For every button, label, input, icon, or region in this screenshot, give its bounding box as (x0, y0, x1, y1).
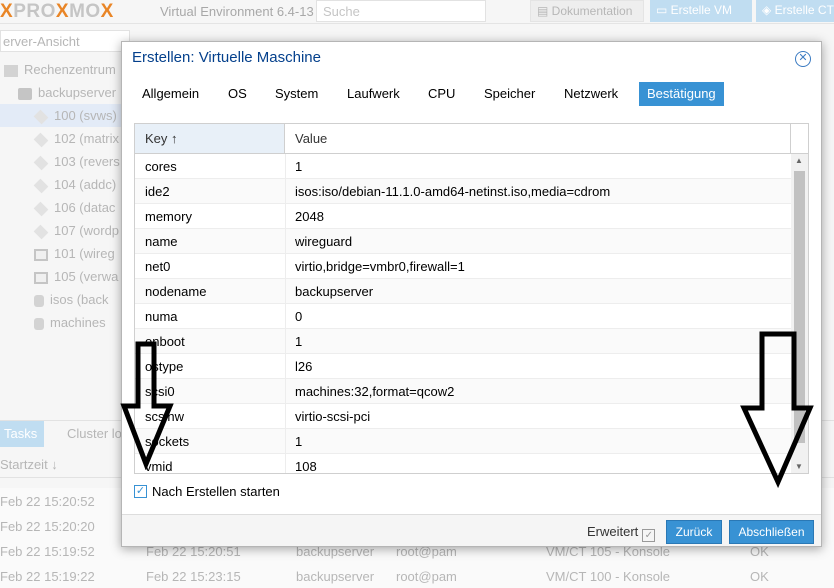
column-divider (285, 279, 286, 304)
column-divider (285, 304, 286, 329)
column-divider (285, 354, 286, 379)
row-value: isos:iso/debian-11.1.0-amd64-netinst.iso… (295, 184, 611, 199)
column-divider (285, 329, 286, 354)
back-button[interactable]: Zurück (666, 520, 722, 544)
tab-allgemein[interactable]: Allgemein (134, 82, 207, 106)
grid-row[interactable]: name wireguard (135, 229, 791, 254)
grid-row[interactable]: ide2 isos:iso/debian-11.1.0-amd64-netinst… (135, 179, 791, 204)
grid-row[interactable]: numa 0 (135, 304, 791, 329)
row-key: memory (145, 209, 192, 224)
header-divider (790, 124, 791, 153)
row-key: numa (145, 309, 178, 324)
advanced-toggle[interactable]: Erweitert ✓ (587, 524, 656, 542)
grid-header: Key ↑ Value (135, 124, 808, 154)
row-value: virtio-scsi-pci (295, 409, 371, 424)
row-key: name (145, 234, 178, 249)
column-divider (285, 454, 286, 473)
grid-row[interactable]: onboot 1 (135, 329, 791, 354)
row-value: 0 (295, 309, 303, 324)
row-value: 1 (295, 434, 303, 449)
close-icon[interactable]: ✕ (795, 51, 811, 67)
grid-row[interactable]: vmid 108 (135, 454, 791, 474)
down-arrow-right-annotation (740, 331, 814, 489)
tab-bestaetigung[interactable]: Bestätigung (639, 82, 724, 106)
column-divider (285, 379, 286, 404)
row-value: 1 (295, 159, 303, 174)
confirmation-grid: Key ↑ Value cores 1 ide2 isos:iso/debian-11… (134, 123, 809, 474)
row-value: 1 (295, 334, 303, 349)
grid-row[interactable]: net0 virtio,bridge=vmbr0,firewall=1 (135, 254, 791, 279)
down-arrow-left-annotation (120, 341, 174, 470)
grid-row[interactable]: nodename backupserver (135, 279, 791, 304)
tab-system[interactable]: System (267, 82, 326, 106)
start-after-create-label: Nach Erstellen starten (152, 484, 280, 499)
dialog-footer: Erweitert ✓ Zurück Abschließen (122, 514, 821, 546)
row-key: net0 (145, 259, 171, 274)
tab-laufwerk[interactable]: Laufwerk (339, 82, 408, 106)
finish-button[interactable]: Abschließen (729, 520, 814, 544)
scroll-up-icon[interactable]: ▲ (795, 156, 803, 165)
grid-row[interactable]: sockets 1 (135, 429, 791, 454)
row-value: backupserver (295, 284, 374, 299)
grid-row[interactable]: cores 1 (135, 154, 791, 179)
column-divider (285, 229, 286, 254)
row-value: machines:32,format=qcow2 (295, 384, 455, 399)
row-key: ide2 (145, 184, 170, 199)
column-value[interactable]: Value (295, 131, 327, 146)
column-key[interactable]: Key ↑ (135, 124, 285, 153)
column-divider (285, 154, 286, 179)
column-divider (285, 179, 286, 204)
row-value: 108 (295, 459, 317, 474)
tab-cpu[interactable]: CPU (420, 82, 463, 106)
dialog-title: Erstellen: Virtuelle Maschine (132, 49, 321, 66)
row-value: virtio,bridge=vmbr0,firewall=1 (295, 259, 465, 274)
start-after-create-checkbox[interactable]: ✓ (134, 485, 147, 498)
column-divider (285, 404, 286, 429)
grid-row[interactable]: memory 2048 (135, 204, 791, 229)
column-divider (285, 204, 286, 229)
row-key: cores (145, 159, 177, 174)
tab-netzwerk[interactable]: Netzwerk (556, 82, 626, 106)
row-value: wireguard (295, 234, 353, 249)
grid-body: cores 1 ide2 isos:iso/debian-11.1.0-amd64-n… (135, 154, 791, 474)
advanced-checkbox[interactable]: ✓ (642, 529, 656, 542)
row-value: 2048 (295, 209, 324, 224)
grid-row[interactable]: ostype l26 (135, 354, 791, 379)
tab-os[interactable]: OS (220, 82, 255, 106)
create-vm-dialog: Erstellen: Virtuelle Maschine ✕ Allgemei… (121, 41, 822, 547)
row-value: l26 (295, 359, 313, 374)
column-divider (285, 429, 286, 454)
row-key: nodename (145, 284, 207, 299)
column-divider (285, 254, 286, 279)
grid-row[interactable]: scsihw virtio-scsi-pci (135, 404, 791, 429)
wizard-tabs: Allgemein OS System Laufwerk CPU Speiche… (122, 82, 821, 112)
tab-speicher[interactable]: Speicher (476, 82, 543, 106)
grid-row[interactable]: scsi0 machines:32,format=qcow2 (135, 379, 791, 404)
